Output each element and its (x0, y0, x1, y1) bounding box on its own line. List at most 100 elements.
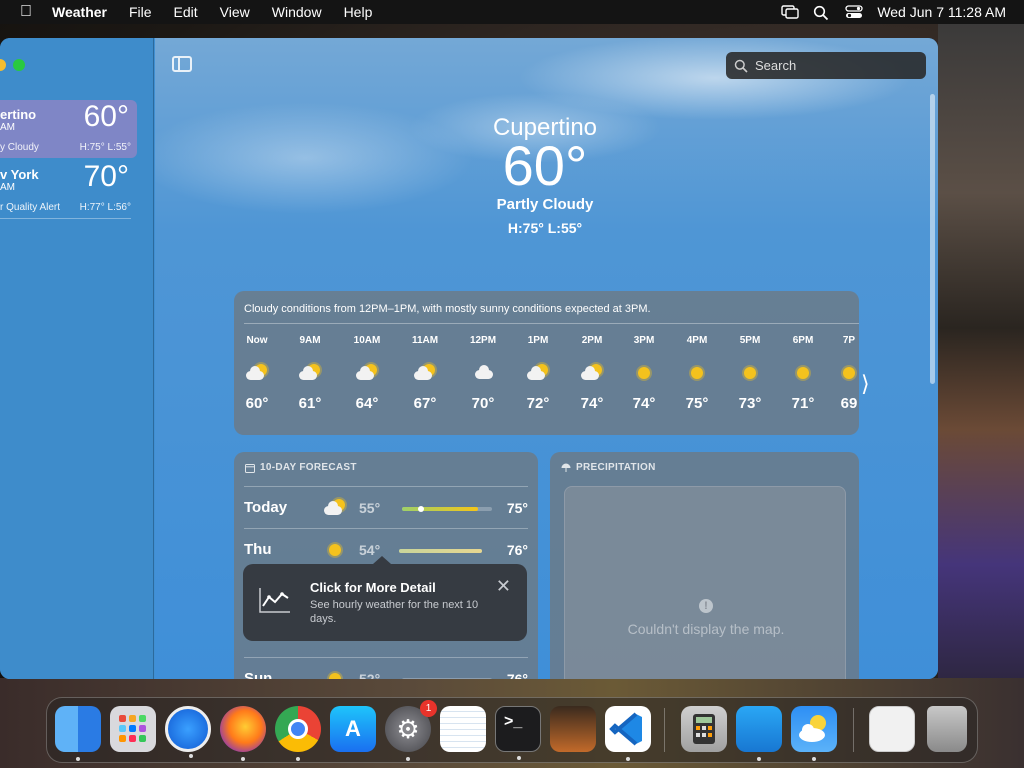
forecast-high: 76° (506, 671, 528, 679)
chrome-icon[interactable] (275, 706, 321, 761)
exclamation-icon: ! (699, 599, 713, 613)
temperature-range-bar (399, 549, 482, 553)
hourly-forecast-card[interactable]: Cloudy conditions from 12PM–1PM, with mo… (234, 291, 859, 435)
location-card-cupertino[interactable]: ertino AM 60° y Cloudy H:75° L:55° (0, 100, 137, 158)
search-placeholder: Search (755, 58, 797, 73)
hour-temperature: 70° (471, 395, 495, 412)
vscode-icon[interactable] (605, 706, 651, 761)
hour-column: 5PM 73° (728, 335, 772, 412)
sun-icon (792, 364, 814, 382)
forecast-day: Sun (244, 670, 273, 679)
forecast-row-sun[interactable]: Sun 52° 76° (244, 657, 528, 679)
hour-column: 4PM 75° (675, 335, 719, 412)
hour-column: 9AM 61° (288, 335, 332, 412)
screen-mirroring-icon[interactable] (781, 5, 800, 19)
apple-menu-icon[interactable]:  (0, 3, 52, 21)
location-time: AM (0, 122, 15, 133)
calculator-icon[interactable] (681, 706, 727, 752)
search-input[interactable]: Search (726, 52, 926, 79)
search-icon (734, 59, 748, 73)
hour-temperature: 69 (840, 395, 858, 412)
hour-column: Now 60° (235, 335, 279, 412)
app-menu[interactable]: Weather (52, 4, 118, 20)
calendar-icon (245, 463, 255, 473)
location-name: v York (0, 167, 39, 182)
hour-temperature: 60° (245, 395, 269, 412)
menu-bar:  Weather File Edit View Window Help Wed… (0, 0, 1024, 24)
location-high-low: H:77° L:56° (79, 202, 131, 213)
edit-menu[interactable]: Edit (163, 4, 209, 20)
scrollbar[interactable] (930, 94, 935, 384)
location-time: AM (0, 182, 15, 193)
view-menu[interactable]: View (209, 4, 261, 20)
location-card-new-york[interactable]: v York AM 70° r Quality Alert H:77° L:56… (0, 160, 137, 218)
partly-cloudy-icon (414, 364, 436, 382)
terminal-icon[interactable]: >_ (495, 706, 541, 760)
system-settings-icon[interactable]: ⚙ 1 (385, 700, 437, 761)
safari-icon[interactable] (165, 706, 211, 758)
locations-sidebar: ertino AM 60° y Cloudy H:75° L:55° v Yor… (0, 38, 154, 679)
forecast-title: 10-DAY FORECAST (260, 462, 357, 473)
hour-column: 10AM 64° (345, 335, 389, 412)
hour-label: 12PM (469, 335, 497, 346)
sun-icon (838, 364, 859, 382)
tooltip-title: Click for More Detail (310, 580, 436, 595)
hour-label: 4PM (686, 335, 708, 346)
hourly-summary: Cloudy conditions from 12PM–1PM, with mo… (244, 303, 651, 315)
file-menu[interactable]: File (118, 4, 163, 20)
desktop-wallpaper (938, 24, 1024, 700)
temperature-range-bar (402, 506, 492, 512)
preview-icon[interactable] (869, 706, 915, 752)
forecast-header: 10-DAY FORECAST (245, 462, 357, 473)
trash-icon[interactable] (927, 706, 967, 752)
chart-line-icon (259, 588, 290, 613)
keynote-icon[interactable] (736, 706, 782, 761)
hour-temperature: 74° (632, 395, 656, 412)
sun-icon (739, 364, 761, 382)
more-detail-tooltip[interactable]: Click for More Detail See hourly weather… (243, 556, 527, 641)
sidebar-toggle-icon[interactable] (172, 56, 192, 72)
hour-column: 1PM 72° (516, 335, 560, 412)
forecast-high: 76° (506, 542, 528, 558)
textedit-icon[interactable] (440, 706, 486, 752)
hour-temperature: 67° (413, 395, 437, 412)
hour-column: 3PM 74° (622, 335, 666, 412)
partly-cloudy-icon (324, 499, 346, 517)
partly-cloudy-icon (246, 364, 268, 382)
dock: A ⚙ 1 >_ (46, 697, 978, 763)
firefox-icon[interactable] (220, 706, 266, 761)
clock[interactable]: Wed Jun 7 11:28 AM (877, 4, 1006, 20)
chevron-right-icon[interactable]: ⟩ (861, 371, 870, 397)
hour-column: 6PM 71° (781, 335, 825, 412)
location-condition: y Cloudy (0, 142, 39, 153)
current-condition: Partly Cloudy (496, 196, 594, 213)
sun-icon (324, 541, 346, 559)
zoom-button[interactable] (13, 59, 25, 71)
map-error-message: Couldn't display the map. (627, 621, 785, 637)
control-center-icon[interactable] (845, 5, 863, 19)
hour-label: 2PM (581, 335, 603, 346)
weather-icon[interactable] (791, 706, 837, 761)
precipitation-map[interactable]: ! Couldn't display the map. (564, 486, 846, 679)
precipitation-card[interactable]: PRECIPITATION ! Couldn't display the map… (550, 452, 859, 679)
hour-label: 6PM (792, 335, 814, 346)
app-store-icon[interactable]: A (330, 706, 376, 752)
window-menu[interactable]: Window (261, 4, 333, 20)
hour-label: 9AM (299, 335, 321, 346)
close-icon[interactable]: ✕ (496, 576, 511, 597)
hour-label: Now (246, 335, 268, 346)
precipitation-title: PRECIPITATION (576, 462, 656, 473)
partly-cloudy-icon (356, 364, 378, 382)
spotlight-search-icon[interactable] (813, 5, 831, 21)
hour-label: 3PM (633, 335, 655, 346)
hour-temperature: 74° (580, 395, 604, 412)
help-menu[interactable]: Help (333, 4, 384, 20)
temperature-range-bar (402, 678, 492, 679)
garageband-icon[interactable] (550, 706, 596, 752)
hour-temperature: 73° (738, 395, 762, 412)
finder-icon[interactable] (55, 706, 101, 761)
launchpad-icon[interactable] (110, 706, 156, 752)
location-condition: r Quality Alert (0, 202, 61, 213)
forecast-row-today[interactable]: Today 55° 75° (244, 486, 528, 528)
minimize-button[interactable] (0, 59, 6, 71)
